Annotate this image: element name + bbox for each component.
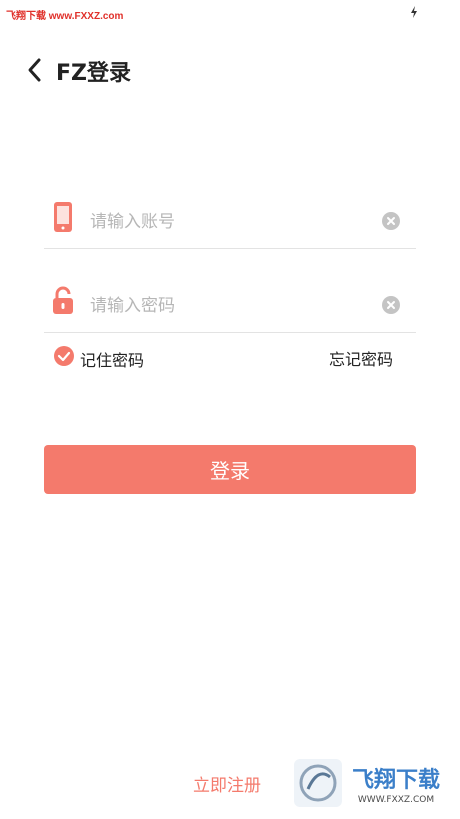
- forgot-password-link[interactable]: 忘记密码: [329, 346, 393, 370]
- status-bar: 飞翔下载 www.FXXZ.com: [0, 0, 460, 26]
- lock-icon: [53, 286, 73, 314]
- remember-password-label: 记住密码: [80, 351, 145, 370]
- fxxz-logo: 飞翔下载 WWW.FXXZ.COM: [294, 759, 448, 807]
- clear-icon: [387, 217, 395, 225]
- password-clear-button[interactable]: [382, 296, 400, 314]
- account-input[interactable]: [90, 206, 360, 238]
- check-icon: [54, 346, 74, 366]
- lightning-icon: [411, 6, 417, 18]
- page-title: FZ登录: [56, 61, 131, 86]
- clear-icon: [387, 301, 395, 309]
- password-field: [44, 284, 416, 333]
- logo-url: WWW.FXXZ.COM: [358, 795, 434, 805]
- top-watermark: 飞翔下载 www.FXXZ.com: [6, 11, 124, 22]
- register-link[interactable]: 立即注册: [193, 771, 261, 796]
- back-arrow-icon[interactable]: [24, 56, 46, 84]
- login-button[interactable]: 登录: [44, 445, 416, 494]
- account-field: [44, 200, 416, 249]
- logo-text: 飞翔下载: [352, 767, 440, 793]
- password-input[interactable]: [90, 290, 360, 322]
- phone-icon: [54, 202, 72, 232]
- account-clear-button[interactable]: [382, 212, 400, 230]
